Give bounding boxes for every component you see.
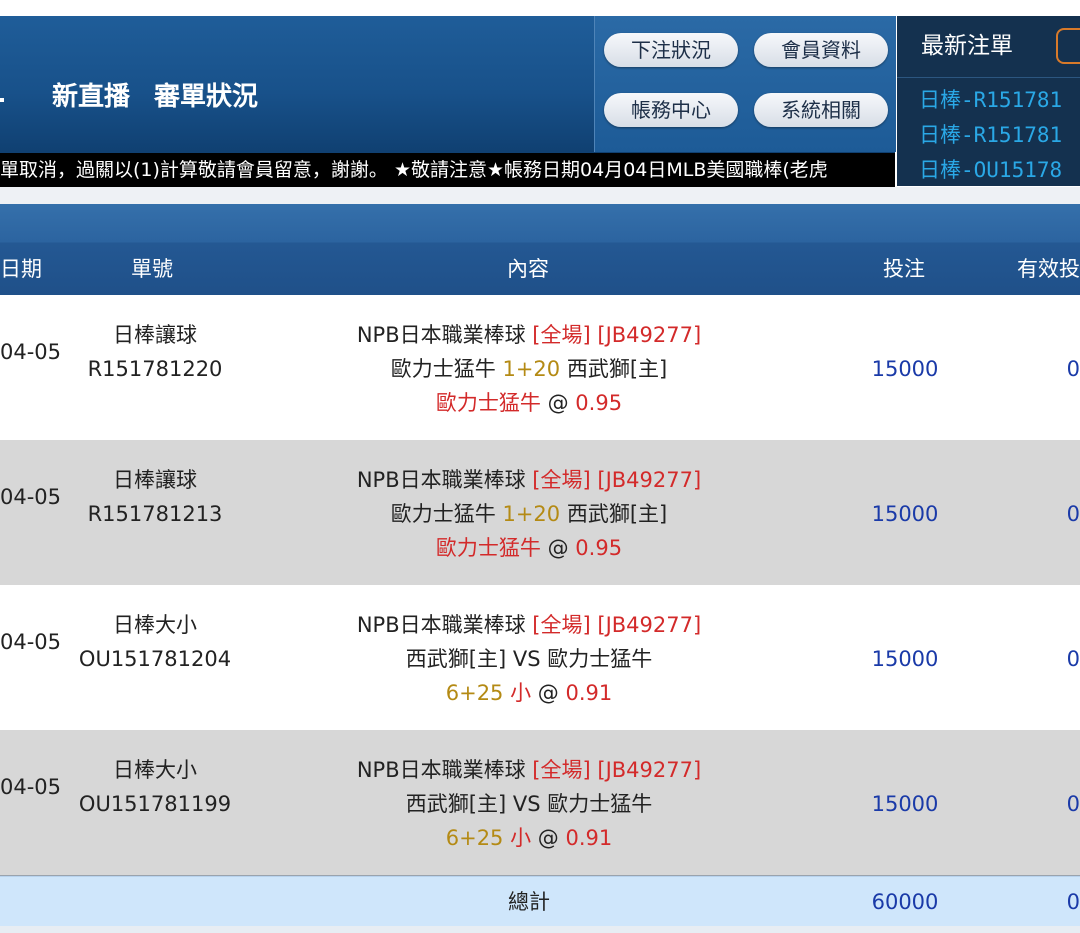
latest-bets-panel: 最新注單 日棒-R151781 日棒-R151781 日棒-OU15178 — [897, 16, 1080, 186]
bet-date: 04-05 — [0, 630, 62, 654]
latest-bet-item[interactable]: 日棒-R151781 — [919, 120, 1062, 150]
at-symbol: @ — [537, 681, 559, 705]
team-a: 歐力士猛牛 — [390, 357, 496, 381]
odds: 0.91 — [565, 826, 613, 850]
team-b: 西武獅[主] — [566, 357, 668, 381]
total-row: 總計 60000 0 — [0, 876, 1080, 927]
table-row: 04-05 日棒大小 OU151781199 NPB日本職業棒球 [全場] [J… — [0, 730, 1080, 876]
column-header-content: 內容 — [507, 257, 549, 281]
latest-bet-item[interactable]: 日棒-OU15178 — [919, 155, 1062, 185]
pick: 歐力士猛牛 — [435, 536, 541, 560]
match-teams: 西武獅[主] VS 歐力士猛牛 — [405, 647, 653, 671]
nav-item-review-status[interactable]: 審單狀況 — [154, 80, 258, 114]
match-code: [JB49277] — [597, 323, 702, 347]
system-related-button[interactable]: 系統相關 — [754, 93, 888, 127]
match-code: [JB49277] — [597, 613, 702, 637]
team-b: 西武獅[主] — [566, 502, 668, 526]
team-a: 歐力士猛牛 — [390, 502, 496, 526]
valid-stake-amount: 0 — [1066, 357, 1080, 381]
section-gap — [0, 187, 1080, 204]
table-row: 04-05 日棒讓球 R151781220 NPB日本職業棒球 [全場] [JB… — [0, 295, 1080, 441]
total-stake: 60000 — [871, 890, 939, 914]
valid-stake-amount: 0 — [1066, 502, 1080, 526]
column-header-date: 日期 — [0, 257, 42, 281]
stake-amount: 15000 — [871, 357, 939, 381]
over-under-pick: 小 — [510, 826, 532, 850]
at-symbol: @ — [537, 826, 559, 850]
at-symbol: @ — [547, 391, 569, 415]
column-header-stake: 投注 — [883, 257, 925, 281]
ticket-number: R151781220 — [87, 357, 223, 381]
bet-content: NPB日本職業棒球 [全場] [JB49277] 西武獅[主] VS 歐力士猛牛… — [300, 753, 758, 855]
nav-separator-dot — [0, 98, 4, 102]
bet-date: 04-05 — [0, 340, 62, 364]
column-header-ticket: 單號 — [131, 257, 173, 281]
ticket-cell: 日棒讓球 R151781213 — [60, 463, 250, 531]
match-code: [JB49277] — [597, 468, 702, 492]
column-header-valid-stake: 有效投 — [1017, 257, 1080, 281]
bet-content: NPB日本職業棒球 [全場] [JB49277] 歐力士猛牛 1+20 西武獅[… — [300, 318, 758, 420]
announcement-ticker: 單取消，過關以(1)計算敬請會員留意，謝謝。 ★敬請注意★帳務日期04月04日M… — [0, 153, 895, 187]
bet-date: 04-05 — [0, 775, 62, 799]
match-code: [JB49277] — [597, 758, 702, 782]
handicap-line: 1+20 — [502, 357, 561, 381]
member-info-button[interactable]: 會員資料 — [754, 33, 888, 67]
over-under-line: 6+25 — [445, 681, 504, 705]
bet-date: 04-05 — [0, 485, 62, 509]
over-under-pick: 小 — [510, 681, 532, 705]
latest-bets-divider — [897, 77, 1080, 78]
bet-type: 日棒讓球 — [113, 323, 197, 347]
period-tag: [全場] — [532, 613, 591, 637]
over-under-line: 6+25 — [445, 826, 504, 850]
bet-content: NPB日本職業棒球 [全場] [JB49277] 歐力士猛牛 1+20 西武獅[… — [300, 463, 758, 565]
nav-item-live[interactable]: 新直播 — [52, 80, 130, 114]
at-symbol: @ — [547, 536, 569, 560]
bet-type: 日棒大小 — [113, 613, 197, 637]
bet-status-button[interactable]: 下注狀況 — [604, 33, 738, 67]
bet-type: 日棒大小 — [113, 758, 197, 782]
ticket-cell: 日棒大小 OU151781199 — [60, 753, 250, 821]
ticket-number: R151781213 — [87, 502, 223, 526]
total-label: 總計 — [508, 890, 550, 914]
ticket-cell: 日棒讓球 R151781220 — [60, 318, 250, 386]
total-valid-stake: 0 — [1066, 890, 1080, 914]
bet-type: 日棒讓球 — [113, 468, 197, 492]
valid-stake-amount: 0 — [1066, 792, 1080, 816]
handicap-line: 1+20 — [502, 502, 561, 526]
odds: 0.95 — [575, 391, 623, 415]
latest-bets-toggle-button[interactable] — [1056, 28, 1080, 64]
league-name: NPB日本職業棒球 — [356, 323, 526, 347]
odds: 0.91 — [565, 681, 613, 705]
account-center-button[interactable]: 帳務中心 — [604, 93, 738, 127]
stake-amount: 15000 — [871, 792, 939, 816]
stake-amount: 15000 — [871, 502, 939, 526]
odds: 0.95 — [575, 536, 623, 560]
period-tag: [全場] — [532, 323, 591, 347]
header-button-panel: 下注狀況 會員資料 帳務中心 系統相關 — [594, 16, 896, 152]
league-name: NPB日本職業棒球 — [356, 758, 526, 782]
table-row: 04-05 日棒大小 OU151781204 NPB日本職業棒球 [全場] [J… — [0, 585, 1080, 731]
table-row: 04-05 日棒讓球 R151781213 NPB日本職業棒球 [全場] [JB… — [0, 440, 1080, 586]
valid-stake-amount: 0 — [1066, 647, 1080, 671]
league-name: NPB日本職業棒球 — [356, 468, 526, 492]
period-tag: [全場] — [532, 758, 591, 782]
ticker-text: 單取消，過關以(1)計算敬請會員留意，謝謝。 ★敬請注意★帳務日期04月04日M… — [0, 159, 828, 181]
bet-content: NPB日本職業棒球 [全場] [JB49277] 西武獅[主] VS 歐力士猛牛… — [300, 608, 758, 710]
ticket-number: OU151781199 — [78, 792, 232, 816]
pick: 歐力士猛牛 — [435, 391, 541, 415]
stake-amount: 15000 — [871, 647, 939, 671]
match-teams: 西武獅[主] VS 歐力士猛牛 — [405, 792, 653, 816]
period-tag: [全場] — [532, 468, 591, 492]
latest-bets-title: 最新注單 — [921, 33, 1013, 59]
ticket-number: OU151781204 — [78, 647, 232, 671]
latest-bet-item[interactable]: 日棒-R151781 — [919, 85, 1062, 115]
league-name: NPB日本職業棒球 — [356, 613, 526, 637]
ticket-cell: 日棒大小 OU151781204 — [60, 608, 250, 676]
footer-strip — [0, 926, 1080, 933]
